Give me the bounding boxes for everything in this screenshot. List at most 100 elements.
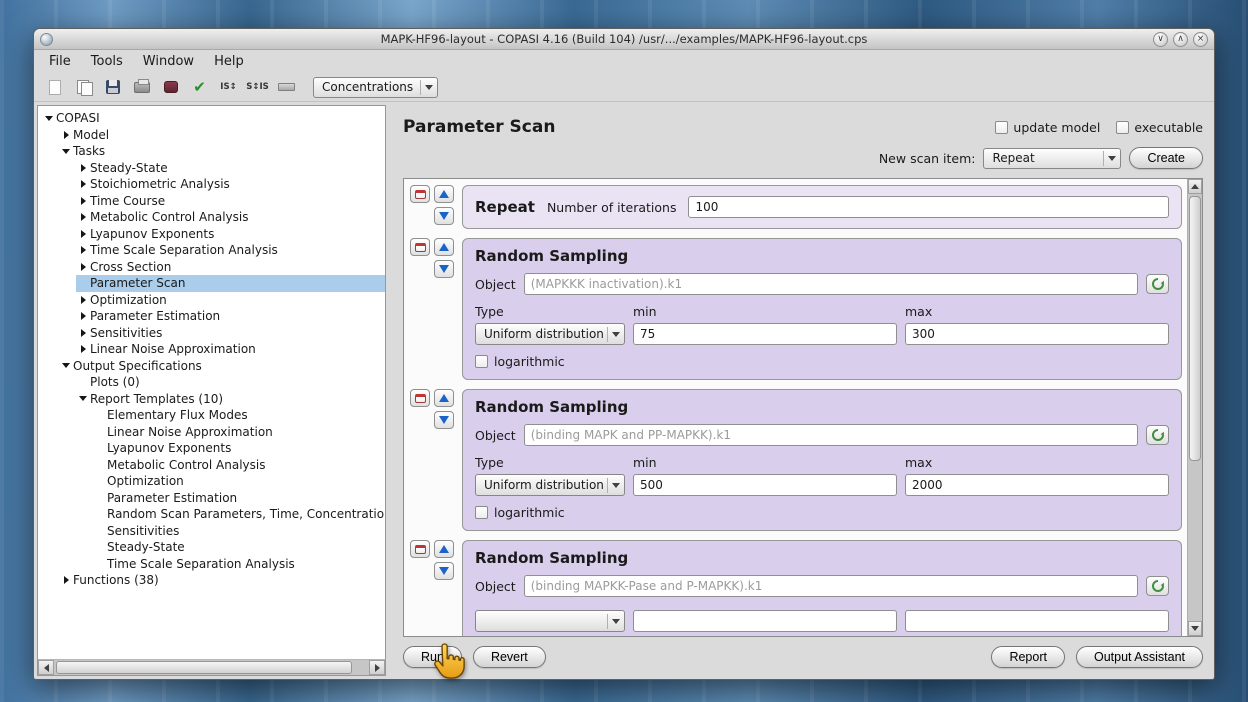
tree-expand-icon[interactable] <box>93 490 107 507</box>
maximize-button[interactable]: ∧ <box>1173 32 1188 47</box>
min-input[interactable] <box>633 474 897 496</box>
tree-item[interactable]: Output Specifications <box>38 358 385 375</box>
tree-item[interactable]: Parameter Estimation <box>38 490 385 507</box>
copasi-icon-button[interactable] <box>158 75 183 99</box>
vscrollbar-track[interactable] <box>1188 194 1202 621</box>
tree-expand-icon[interactable] <box>76 193 90 210</box>
move-up-button[interactable] <box>434 389 454 407</box>
tree-expand-icon[interactable] <box>76 226 90 243</box>
select-object-button[interactable] <box>1146 425 1169 445</box>
tree-expand-icon[interactable] <box>76 341 90 358</box>
tree-item[interactable]: COPASI <box>38 110 385 127</box>
vscrollbar-thumb[interactable] <box>1189 196 1201 461</box>
tree-expand-icon[interactable] <box>59 127 73 144</box>
tree-item[interactable]: Elementary Flux Modes <box>38 407 385 424</box>
hscrollbar-track[interactable] <box>54 660 369 675</box>
logarithmic-checkbox[interactable] <box>475 355 488 368</box>
tree-expand-icon[interactable] <box>76 308 90 325</box>
tree-item[interactable]: Sensitivities <box>38 325 385 342</box>
object-input[interactable] <box>524 575 1138 597</box>
move-down-button[interactable] <box>434 260 454 278</box>
revert-button[interactable]: Revert <box>473 646 546 668</box>
tree-item[interactable]: Time Course <box>38 193 385 210</box>
menu-item[interactable]: Help <box>205 52 253 71</box>
tree-item[interactable]: Lyapunov Exponents <box>38 226 385 243</box>
tree-item[interactable]: Optimization <box>38 292 385 309</box>
tree-item[interactable]: Stoichiometric Analysis <box>38 176 385 193</box>
object-input[interactable] <box>524 273 1138 295</box>
scroll-up-button[interactable] <box>1188 179 1202 194</box>
max-input[interactable] <box>905 474 1169 496</box>
update-model-checkbox[interactable] <box>995 121 1008 134</box>
tree-item[interactable]: Random Scan Parameters, Time, Concentrat… <box>38 506 385 523</box>
scroll-down-button[interactable] <box>1188 621 1202 636</box>
tree-expand-icon[interactable] <box>59 358 73 375</box>
move-up-button[interactable] <box>434 540 454 558</box>
tree-expand-icon[interactable] <box>76 209 90 226</box>
move-down-button[interactable] <box>434 562 454 580</box>
max-input[interactable] <box>905 323 1169 345</box>
distribution-select[interactable]: Uniform distribution <box>475 323 625 345</box>
scroll-left-button[interactable] <box>38 660 54 675</box>
tree-item[interactable]: Functions (38) <box>38 572 385 589</box>
concentrations-select[interactable]: Concentrations <box>313 77 438 98</box>
tree-item[interactable]: Cross Section <box>38 259 385 276</box>
object-input[interactable] <box>524 424 1138 446</box>
create-button[interactable]: Create <box>1129 147 1203 169</box>
tree-expand-icon[interactable] <box>93 523 107 540</box>
move-down-button[interactable] <box>434 207 454 225</box>
tree-expand-icon[interactable] <box>93 473 107 490</box>
new-file-icon-button[interactable] <box>42 75 67 99</box>
tree-expand-icon[interactable] <box>93 424 107 441</box>
select-object-button[interactable] <box>1146 274 1169 294</box>
iterations-input[interactable] <box>688 196 1169 218</box>
tree-item[interactable]: Time Scale Separation Analysis <box>38 556 385 573</box>
save-icon-button[interactable] <box>100 75 125 99</box>
distribution-select[interactable]: Uniform distribution <box>475 474 625 496</box>
ruler-icon-button[interactable] <box>274 75 299 99</box>
apply-check-icon-button[interactable]: ✔ <box>187 75 212 99</box>
tree-item[interactable]: Tasks <box>38 143 385 160</box>
tree-item[interactable]: Sensitivities <box>38 523 385 540</box>
tree-expand-icon[interactable] <box>59 572 73 589</box>
tree-item[interactable]: Time Scale Separation Analysis <box>38 242 385 259</box>
min-input[interactable] <box>633 610 897 632</box>
scroll-right-button[interactable] <box>369 660 385 675</box>
remove-item-button[interactable] <box>410 185 430 203</box>
output-assistant-button[interactable]: Output Assistant <box>1076 646 1203 668</box>
min-input[interactable] <box>633 323 897 345</box>
tree-item[interactable]: Steady-State <box>38 160 385 177</box>
tree-expand-icon[interactable] <box>76 160 90 177</box>
menu-item[interactable]: File <box>40 52 80 71</box>
vertical-scrollbar[interactable] <box>1187 179 1202 636</box>
tree-item[interactable]: Lyapunov Exponents <box>38 440 385 457</box>
tree-expand-icon[interactable] <box>93 457 107 474</box>
tree-expand-icon[interactable] <box>93 539 107 556</box>
tree-horizontal-scrollbar[interactable] <box>38 659 385 675</box>
tree-expand-icon[interactable] <box>76 242 90 259</box>
hscrollbar-thumb[interactable] <box>56 661 352 674</box>
logarithmic-checkbox[interactable] <box>475 506 488 519</box>
select-object-button[interactable] <box>1146 576 1169 596</box>
tree-expand-icon[interactable] <box>76 391 90 408</box>
close-button[interactable]: × <box>1193 32 1208 47</box>
tree-item[interactable]: Plots (0) <box>38 374 385 391</box>
tree-item[interactable]: Metabolic Control Analysis <box>38 457 385 474</box>
tree-item[interactable]: Parameter Estimation <box>38 308 385 325</box>
tree-item[interactable]: Optimization <box>38 473 385 490</box>
extensive-state-icon-button[interactable]: S↕IS <box>245 75 270 99</box>
remove-item-button[interactable] <box>410 540 430 558</box>
move-up-button[interactable] <box>434 185 454 203</box>
tree-item[interactable]: Metabolic Control Analysis <box>38 209 385 226</box>
tree-expand-icon[interactable] <box>93 407 107 424</box>
intensive-state-icon-button[interactable]: IS↕ <box>216 75 241 99</box>
tree-expand-icon[interactable] <box>76 259 90 276</box>
print-icon-button[interactable] <box>129 75 154 99</box>
tree-expand-icon[interactable] <box>59 143 73 160</box>
menu-item[interactable]: Window <box>134 52 203 71</box>
tree-expand-icon[interactable] <box>76 325 90 342</box>
remove-item-button[interactable] <box>410 238 430 256</box>
tree-expand-icon[interactable] <box>76 176 90 193</box>
report-button[interactable]: Report <box>991 646 1065 668</box>
minimize-button[interactable]: ∨ <box>1153 32 1168 47</box>
